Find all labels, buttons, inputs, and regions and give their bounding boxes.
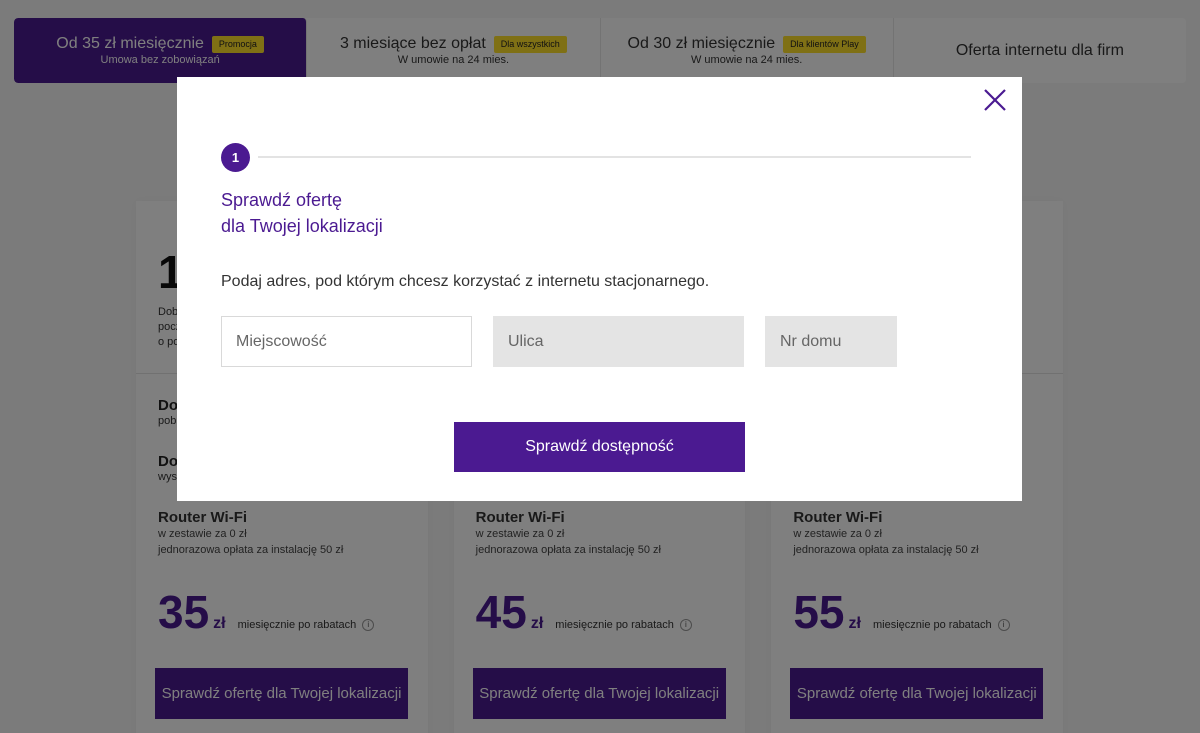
modal-title-line: Sprawdź ofertę xyxy=(221,190,343,210)
city-input[interactable] xyxy=(221,316,472,367)
modal-description: Podaj adres, pod którym chcesz korzystać… xyxy=(221,273,710,290)
house-number-input[interactable] xyxy=(765,316,897,367)
modal-title: Sprawdź ofertę dla Twojej lokalizacji xyxy=(221,187,383,239)
step-progress-line xyxy=(258,156,971,158)
check-availability-button[interactable]: Sprawdź dostępność xyxy=(454,422,745,472)
step-indicator: 1 xyxy=(221,143,250,172)
street-input[interactable] xyxy=(493,316,744,367)
close-icon[interactable] xyxy=(983,88,1007,112)
address-check-modal: 1 Sprawdź ofertę dla Twojej lokalizacji … xyxy=(177,77,1022,501)
modal-title-line: dla Twojej lokalizacji xyxy=(221,216,383,236)
